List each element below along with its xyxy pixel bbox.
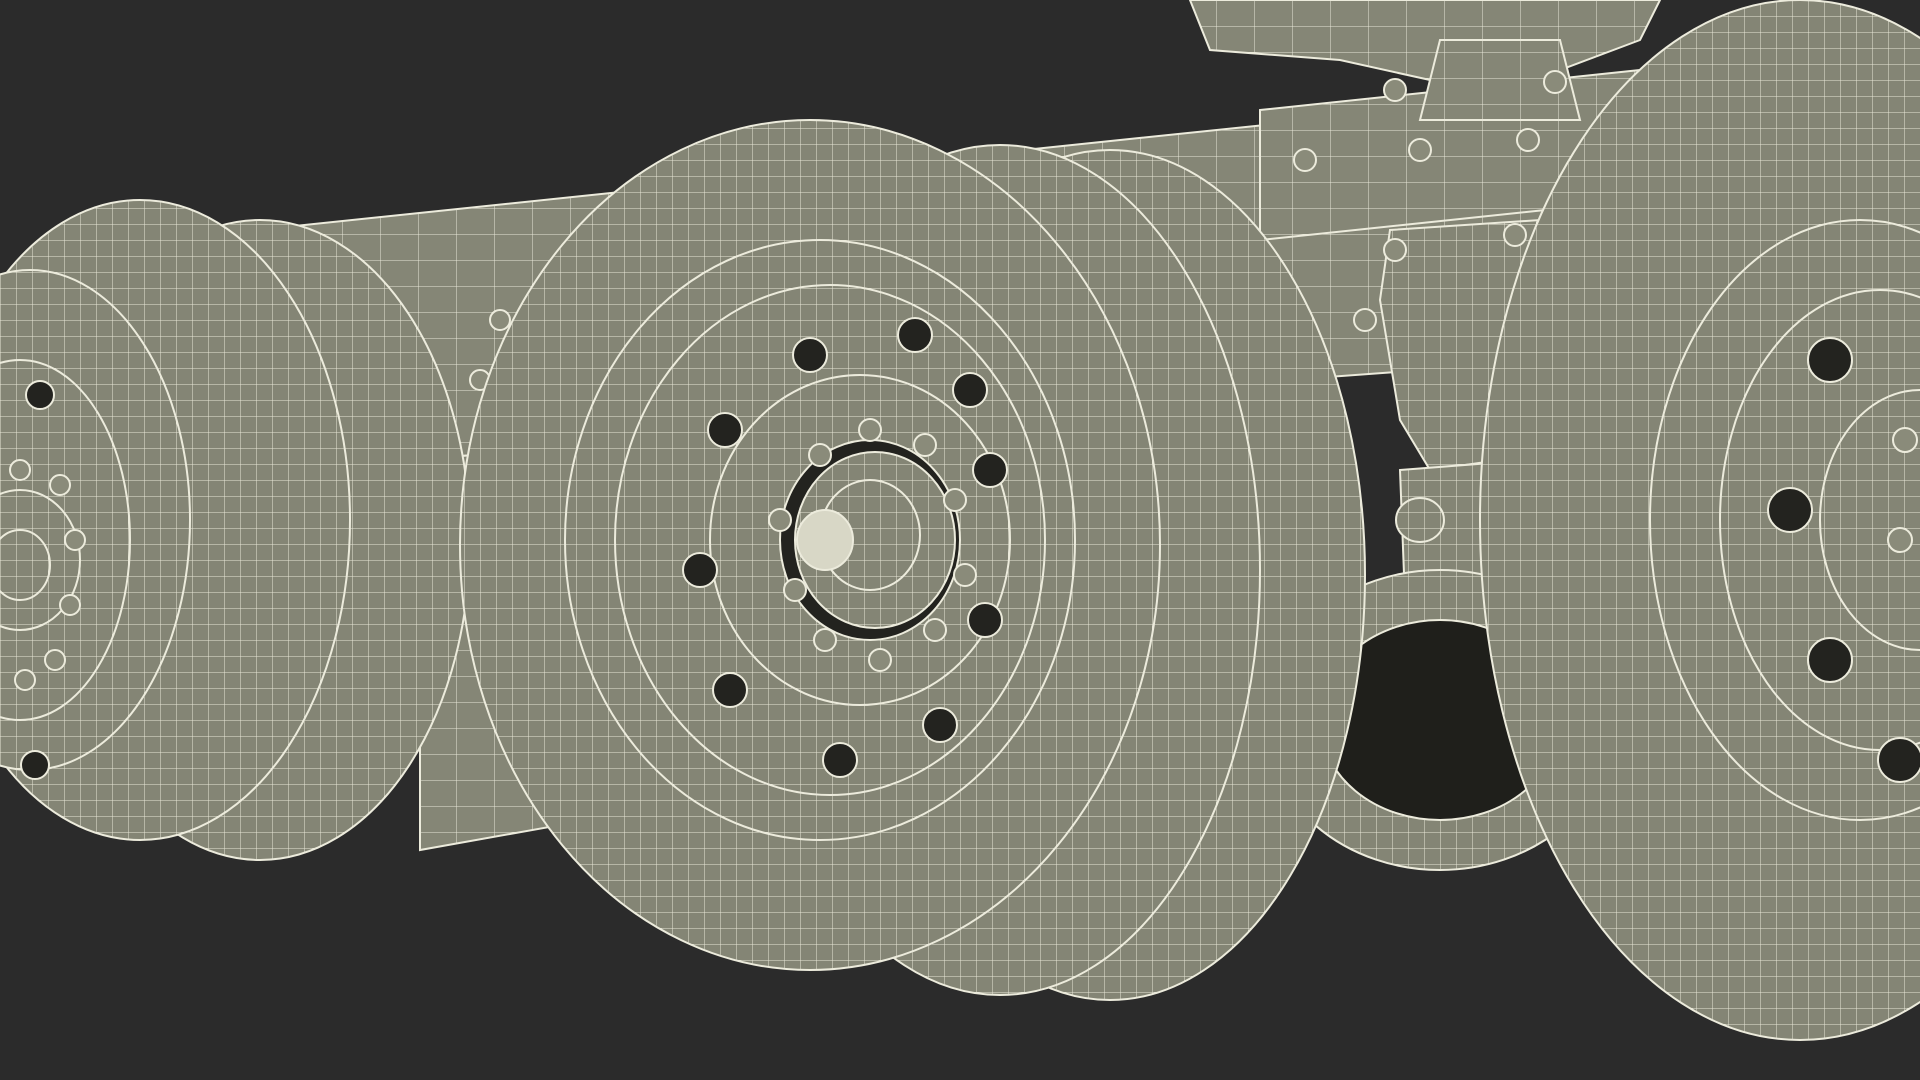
wheel-center <box>459 119 1366 1001</box>
wireframe-scene <box>0 0 1920 1080</box>
render-viewport <box>0 0 1920 1080</box>
